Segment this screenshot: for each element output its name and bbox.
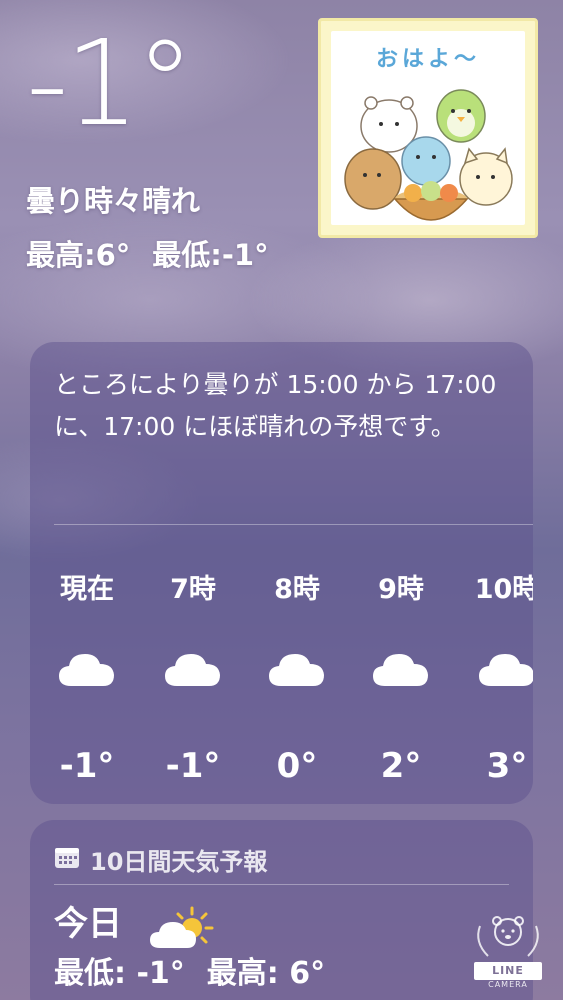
ten-day-header: 10日間天気予報 <box>54 842 267 877</box>
hourly-forecast-card[interactable]: ところにより曇りが 15:00 から 17:00 に、17:00 にほぼ晴れの予… <box>30 342 533 804</box>
day-high: 最高: 6° <box>206 956 326 991</box>
sumikko-sticker-image: おはよ〜 <box>318 18 538 238</box>
hour-item: 7時 -1° <box>148 570 238 786</box>
cloud-icon <box>42 650 132 690</box>
forecast-summary: ところにより曇りが 15:00 から 17:00 に、17:00 にほぼ晴れの予… <box>54 370 497 441</box>
hour-label: 現在 <box>60 574 114 605</box>
high-temperature: 最高:6° <box>26 238 131 272</box>
hour-temp: 2° <box>380 746 422 786</box>
hour-label: 9時 <box>378 574 424 605</box>
line-camera-watermark: LINE CAMERA <box>466 912 550 992</box>
ten-day-forecast-card[interactable]: 10日間天気予報 今日 最低: -1° 最高: 6° <box>30 820 533 1000</box>
current-temperature: -1° <box>26 14 195 152</box>
divider <box>54 884 509 885</box>
day-name: 今日 <box>54 904 122 944</box>
hour-item: 9時 2° <box>356 570 446 786</box>
day-range: 最低: -1° 最高: 6° <box>54 954 325 994</box>
hour-label: 7時 <box>170 574 216 605</box>
ten-day-title: 10日間天気予報 <box>90 848 268 876</box>
watermark-sub: CAMERA <box>488 980 528 989</box>
calendar-icon <box>54 845 80 875</box>
cloud-icon <box>462 650 533 690</box>
cloud-icon <box>252 650 342 690</box>
divider <box>54 524 533 525</box>
hour-item: 10時 3° <box>462 570 533 786</box>
hour-temp: -1° <box>59 746 115 786</box>
bear-icon <box>477 916 539 957</box>
hour-label: 8時 <box>274 574 320 605</box>
partly-sunny-icon <box>148 904 218 956</box>
hour-temp: 3° <box>486 746 528 786</box>
cloud-icon <box>148 650 238 690</box>
day-low: 最低: -1° <box>54 956 185 991</box>
hour-temp: 0° <box>276 746 318 786</box>
watermark-brand: LINE <box>474 962 542 980</box>
hour-label: 10時 <box>474 574 533 605</box>
hour-temp: -1° <box>165 746 221 786</box>
sticker-illustration <box>344 89 513 221</box>
low-temperature: 最低:-1° <box>152 238 269 272</box>
cloud-icon <box>356 650 446 690</box>
hour-item: 現在 -1° <box>42 570 132 786</box>
high-low: 最高:6° 最低:-1° <box>26 236 269 274</box>
current-condition: 曇り時々晴れ <box>26 184 201 218</box>
hourly-scroller[interactable]: 現在 -1° 7時 -1° 8時 0° 9時 2° 10時 3° <box>30 570 533 790</box>
hour-item: 8時 0° <box>252 570 342 786</box>
